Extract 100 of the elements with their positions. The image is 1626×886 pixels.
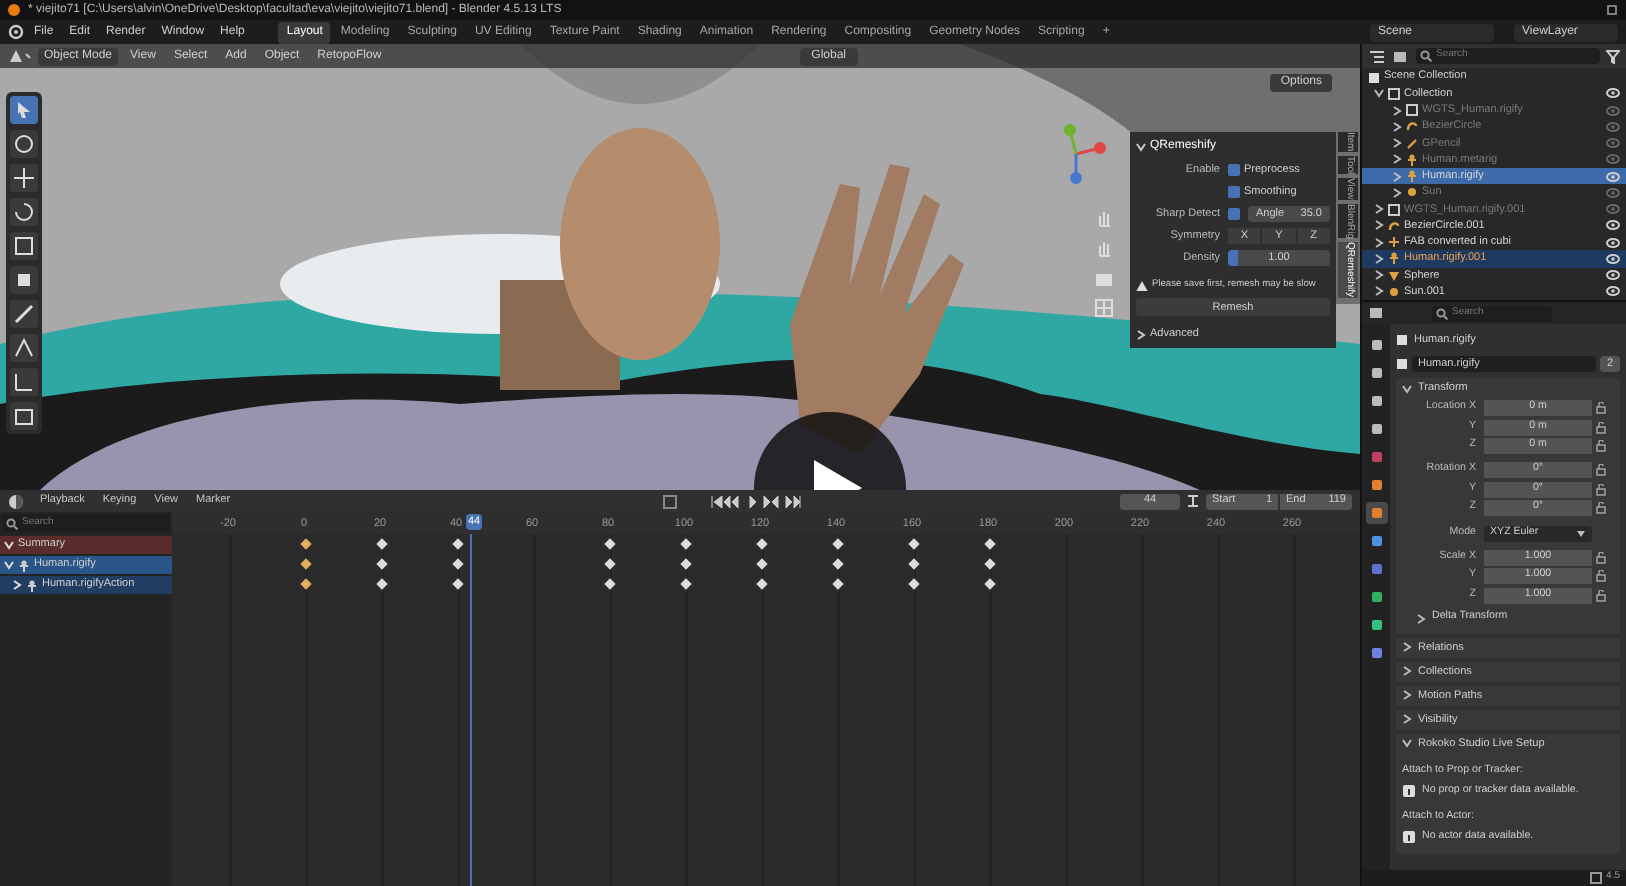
editor-type-icon: [1368, 306, 1386, 320]
armature-icon: [1388, 252, 1400, 265]
tool-button[interactable]: [10, 300, 38, 328]
keyframe-icon[interactable]: [452, 558, 464, 570]
eye-icon: [1606, 204, 1620, 215]
eye-icon: [1606, 138, 1620, 149]
keyframe-icon[interactable]: [908, 538, 920, 550]
editor-type-icon: [8, 48, 32, 64]
keyframe-icon[interactable]: [756, 558, 768, 570]
keyframe-icon[interactable]: [452, 578, 464, 590]
checkbox[interactable]: [1228, 208, 1240, 220]
pencil-icon: [12, 302, 36, 326]
record-toggle-icon: [662, 493, 679, 509]
rotate-icon: [12, 200, 36, 224]
tool-button[interactable]: [10, 232, 38, 260]
keyframe-icon[interactable]: [604, 578, 616, 590]
keyframe-icon[interactable]: [452, 538, 464, 550]
memory-icon: [1590, 872, 1603, 884]
tool-button[interactable]: [10, 402, 38, 430]
lock-icon: [1596, 421, 1606, 434]
search-icon: [1436, 307, 1448, 319]
keyframe-icon[interactable]: [376, 578, 388, 590]
cube-icon: [12, 268, 36, 292]
eye-icon: [1606, 220, 1620, 231]
maximize-icon: [1606, 4, 1618, 16]
armature-icon: [1406, 153, 1418, 166]
checkbox[interactable]: [1228, 164, 1240, 176]
eye-icon: [1606, 154, 1620, 165]
scale-icon: [12, 234, 36, 258]
keyframe-icon[interactable]: [832, 578, 844, 590]
armature-icon: [18, 559, 30, 571]
eye-icon: [1606, 270, 1620, 281]
chevron-icon: [1402, 666, 1412, 677]
keyframe-icon[interactable]: [984, 578, 996, 590]
eye-icon: [1606, 171, 1620, 182]
keyframe-icon[interactable]: [300, 558, 312, 570]
eye-icon: [1606, 121, 1620, 132]
keyframe-icon[interactable]: [832, 538, 844, 550]
clock-icon: [8, 493, 28, 509]
warning-icon: [1136, 279, 1148, 292]
square-icon: [1369, 338, 1383, 352]
chevron-icon: [1402, 690, 1412, 701]
square-icon: [1369, 562, 1383, 576]
checkbox[interactable]: [1228, 186, 1240, 198]
eye-icon: [1606, 105, 1620, 116]
tool-button[interactable]: [10, 334, 38, 362]
eye-icon: [1606, 187, 1620, 198]
square-icon: [1369, 450, 1383, 464]
keyframe-icon[interactable]: [376, 558, 388, 570]
ruler-icon: [12, 370, 36, 394]
collection-icon: [1388, 203, 1400, 216]
angle-icon: [12, 336, 36, 360]
armature-icon: [26, 579, 38, 591]
keyframe-icon[interactable]: [300, 578, 312, 590]
square-icon: [1369, 590, 1383, 604]
keyframe-icon[interactable]: [604, 538, 616, 550]
lock-icon: [1596, 464, 1606, 477]
tool-button[interactable]: [10, 130, 38, 158]
lock-icon: [1596, 439, 1606, 452]
list-icon: [1368, 49, 1386, 64]
keyframe-icon[interactable]: [604, 558, 616, 570]
properties-tab[interactable]: [1365, 502, 1387, 524]
lock-icon: [1596, 551, 1606, 564]
pencil-icon: [1406, 137, 1418, 150]
square-icon: [1369, 394, 1383, 408]
tool-button[interactable]: [10, 368, 38, 396]
search-icon: [6, 517, 18, 529]
keyframe-icon[interactable]: [984, 558, 996, 570]
filter-icon: [1606, 49, 1620, 64]
keyframe-icon[interactable]: [756, 578, 768, 590]
eye-icon: [1606, 88, 1620, 99]
light-icon: [1388, 285, 1400, 298]
chevron-icon: [1402, 738, 1412, 749]
tool-button[interactable]: [10, 266, 38, 294]
keyframe-icon[interactable]: [908, 578, 920, 590]
tool-button[interactable]: [10, 164, 38, 192]
keyframe-icon[interactable]: [832, 558, 844, 570]
chevron-icon: [1402, 642, 1412, 653]
range-icon: [1186, 494, 1200, 508]
square-icon: [1369, 618, 1383, 632]
tool-button[interactable]: [10, 96, 38, 124]
keyframe-icon[interactable]: [680, 578, 692, 590]
keyframe-icon[interactable]: [756, 538, 768, 550]
lock-icon: [1596, 483, 1606, 496]
lock-icon: [1596, 570, 1606, 583]
armature-icon: [1406, 170, 1418, 183]
curve-icon: [1406, 120, 1418, 133]
square-icon: [1369, 534, 1383, 548]
light-icon: [1406, 186, 1418, 199]
keyframe-icon[interactable]: [680, 538, 692, 550]
eye-icon: [1606, 237, 1620, 248]
keyframe-icon[interactable]: [300, 538, 312, 550]
chevron-icon: [1416, 613, 1426, 624]
eye-icon: [1606, 253, 1620, 264]
keyframe-icon[interactable]: [680, 558, 692, 570]
box-icon: [12, 404, 36, 428]
keyframe-icon[interactable]: [376, 538, 388, 550]
keyframe-icon[interactable]: [984, 538, 996, 550]
keyframe-icon[interactable]: [908, 558, 920, 570]
tool-button[interactable]: [10, 198, 38, 226]
